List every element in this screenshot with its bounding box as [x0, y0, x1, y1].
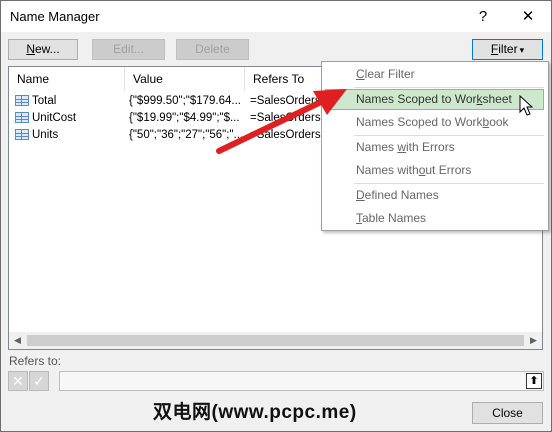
help-button[interactable]: ?: [463, 1, 503, 32]
menu-item-clear-filter[interactable]: Clear Filter: [325, 64, 544, 85]
menu-text: ook: [489, 115, 509, 129]
menu-item-names-without-errors[interactable]: Names without Errors: [325, 160, 544, 181]
row-name: Units: [32, 129, 59, 141]
menu-text: Names Scoped to Work: [356, 115, 483, 129]
horizontal-scrollbar[interactable]: ◀ ▶: [9, 332, 542, 349]
menu-text: Names with: [356, 163, 419, 177]
menu-text: Names: [356, 140, 398, 154]
scroll-left-icon[interactable]: ◀: [9, 332, 26, 349]
menu-text: able Names: [362, 211, 427, 225]
window-title: Name Manager: [10, 9, 100, 24]
menu-item-names-with-errors[interactable]: Names with Errors: [325, 137, 544, 158]
title-bar: Name Manager ? ✕: [1, 1, 551, 32]
row-name: UnitCost: [32, 112, 77, 124]
cancel-x-icon[interactable]: ✕: [8, 371, 28, 391]
menu-text: efined Names: [364, 188, 439, 202]
menu-separator: [354, 135, 544, 136]
new-mnemonic: N: [26, 42, 35, 56]
menu-text: sheet: [482, 92, 512, 106]
name-manager-dialog: Name Manager ? ✕ New... Edit... Delete F…: [0, 0, 552, 432]
row-name: Total: [32, 95, 57, 107]
watermark-text: 双电网(www.pcpc.me): [153, 402, 357, 423]
scrollbar-thumb[interactable]: [27, 335, 524, 346]
scroll-right-icon[interactable]: ▶: [525, 332, 542, 349]
filter-button[interactable]: Filter ▾: [472, 39, 543, 60]
menu-item-table-names[interactable]: Table Names: [325, 208, 544, 229]
delete-button[interactable]: Delete: [176, 39, 249, 60]
filter-label-rest: ilter: [498, 42, 518, 56]
chevron-down-icon: ▾: [519, 45, 525, 55]
red-arrow-annotation: [216, 89, 347, 154]
filter-menu: Clear Filter Names Scoped to Worksheet N…: [321, 61, 549, 231]
menu-item-names-scoped-to-worksheet[interactable]: Names Scoped to Worksheet: [325, 89, 544, 110]
menu-text: ith Errors: [406, 140, 455, 154]
menu-mnemonic: w: [397, 140, 407, 154]
edit-button[interactable]: Edit...: [92, 39, 165, 60]
close-button[interactable]: Close: [472, 402, 543, 424]
new-button[interactable]: New...: [8, 39, 78, 60]
menu-text: Names Scoped to Wor: [356, 92, 477, 106]
collapse-dialog-icon[interactable]: ⬆: [526, 373, 542, 389]
arrow-shaft: [216, 98, 326, 154]
refers-to-input[interactable]: ⬆: [59, 371, 544, 391]
mouse-cursor-icon: [519, 95, 534, 116]
new-label-rest: ew...: [34, 42, 60, 56]
table-icon: [15, 112, 29, 123]
menu-separator: [354, 87, 544, 88]
close-window-icon[interactable]: ✕: [508, 1, 548, 32]
menu-item-names-scoped-to-workbook[interactable]: Names Scoped to Workbook: [325, 112, 544, 133]
menu-separator: [354, 183, 544, 184]
check-icon[interactable]: ✓: [29, 371, 49, 391]
refers-to-label: Refers to:: [9, 354, 62, 368]
menu-text: ut Errors: [425, 163, 472, 177]
menu-mnemonic: D: [356, 188, 365, 202]
menu-item-defined-names[interactable]: Defined Names: [325, 185, 544, 206]
table-icon: [15, 129, 29, 140]
table-icon: [15, 95, 29, 106]
column-header-name[interactable]: Name: [9, 67, 125, 91]
menu-mnemonic: C: [356, 67, 365, 81]
menu-text: lear Filter: [364, 67, 415, 81]
